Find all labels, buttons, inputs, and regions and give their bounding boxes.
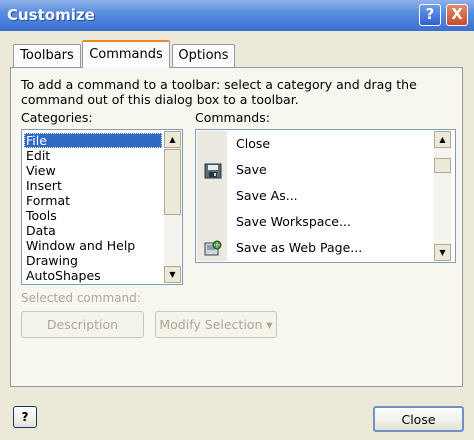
categories-label: Categories:: [21, 110, 93, 125]
title-bar: Customize ? X: [0, 0, 474, 31]
category-item-view[interactable]: View: [24, 163, 162, 178]
categories-scroll-thumb[interactable]: [164, 149, 181, 215]
category-item-format[interactable]: Format: [24, 193, 162, 208]
commands-list[interactable]: Close Save Save As... Save Workspace... …: [195, 129, 456, 263]
command-item-save-as[interactable]: Save As...: [236, 183, 436, 209]
command-item-save[interactable]: Save: [236, 157, 436, 183]
tab-options[interactable]: Options: [172, 44, 235, 67]
tab-toolbars[interactable]: Toolbars: [13, 44, 81, 67]
commands-scroll-thumb[interactable]: [434, 158, 451, 173]
categories-list[interactable]: File Edit View Insert Format Tools Data …: [21, 129, 183, 285]
commands-label: Commands:: [195, 110, 270, 125]
categories-scrollbar[interactable]: ▲ ▼: [164, 131, 181, 283]
scroll-down-icon[interactable]: ▼: [434, 244, 451, 261]
save-icon: [204, 163, 222, 179]
title-help-button[interactable]: ?: [419, 4, 441, 26]
window-title: Customize: [7, 6, 95, 24]
category-item-window-and-help[interactable]: Window and Help: [24, 238, 162, 253]
category-item-file[interactable]: File: [24, 133, 162, 148]
modify-selection-button[interactable]: Modify Selection ▾: [155, 311, 277, 338]
close-button[interactable]: Close: [373, 406, 464, 432]
selected-command-label: Selected command:: [21, 291, 141, 305]
scroll-down-icon[interactable]: ▼: [164, 266, 181, 283]
command-item-close[interactable]: Close: [236, 131, 436, 157]
description-button[interactable]: Description: [21, 311, 144, 338]
category-item-autoshapes[interactable]: AutoShapes: [24, 268, 162, 283]
command-item-save-workspace[interactable]: Save Workspace...: [236, 209, 436, 235]
category-item-tools[interactable]: Tools: [24, 208, 162, 223]
command-item-save-as-web-page[interactable]: Save as Web Page...: [236, 235, 436, 261]
commands-scrollbar[interactable]: ▲ ▼: [434, 131, 451, 261]
category-item-drawing[interactable]: Drawing: [24, 253, 162, 268]
scroll-up-icon[interactable]: ▲: [434, 131, 451, 148]
scroll-up-icon[interactable]: ▲: [164, 131, 181, 148]
instruction-text: To add a command to a toolbar: select a …: [21, 77, 417, 107]
title-close-button[interactable]: X: [446, 4, 468, 26]
tab-commands[interactable]: Commands: [82, 40, 170, 68]
category-item-edit[interactable]: Edit: [24, 148, 162, 163]
help-icon[interactable]: ?: [13, 406, 37, 428]
web-page-icon: [204, 240, 222, 256]
category-item-insert[interactable]: Insert: [24, 178, 162, 193]
category-item-data[interactable]: Data: [24, 223, 162, 238]
